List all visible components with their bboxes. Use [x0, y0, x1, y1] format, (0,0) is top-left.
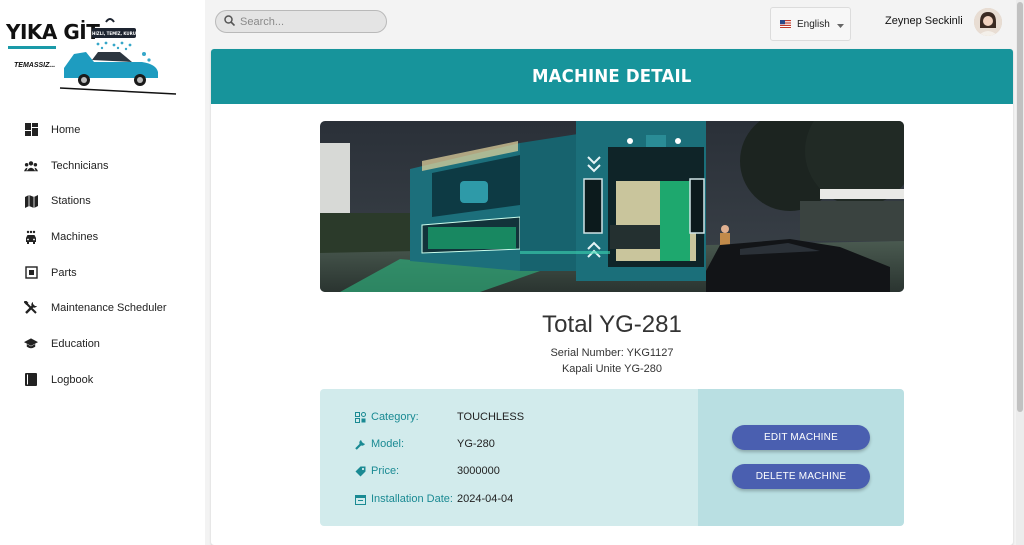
sidebar-item-label: Parts — [51, 266, 77, 279]
tools-icon — [24, 301, 38, 315]
machine-name: Total YG-281 — [542, 311, 682, 338]
machine-detail-card: MACHINE DETAIL Total YG-281 Serial Numbe… — [211, 49, 1013, 545]
sidebar-item-label: Machines — [51, 230, 99, 243]
detail-row-category: Category: TOUCHLESS — [354, 409, 524, 425]
graduation-cap-icon — [24, 337, 38, 351]
wrench-icon — [354, 438, 366, 450]
detail-key: Model: — [371, 438, 405, 450]
edit-machine-button[interactable]: EDIT MACHINE — [732, 425, 870, 450]
serial-number: Serial Number: YKG1127 — [550, 347, 674, 359]
sidebar-item-label: Home — [51, 123, 81, 136]
car-wash-logo-icon: HIZLI, TEMİZ, KURU — [59, 18, 177, 95]
group-icon — [24, 159, 38, 173]
scrollbar-thumb[interactable] — [1017, 2, 1023, 412]
sidebar-item-label: Technicians — [51, 159, 109, 172]
sidebar-nav: Home Technicians Stations Machines Parts — [0, 112, 205, 398]
language-select[interactable]: English — [770, 7, 851, 41]
map-icon — [24, 194, 38, 208]
sidebar-item-label: Logbook — [51, 373, 94, 386]
category-icon — [354, 411, 366, 423]
machine-info-panel: Category: TOUCHLESS Model: YG-280 Price:… — [320, 389, 904, 526]
detail-row-installation-date: Installation Date: 2024-04-04 — [354, 491, 513, 507]
page-title: MACHINE DETAIL — [532, 66, 692, 87]
sidebar-item-label: Education — [51, 337, 100, 350]
detail-row-price: Price: 3000000 — [354, 463, 500, 479]
sidebar-item-label: Maintenance Scheduler — [51, 302, 167, 315]
search-icon[interactable] — [224, 13, 236, 31]
dashboard-icon — [24, 123, 38, 137]
detail-row-model: Model: YG-280 — [354, 436, 495, 452]
machine-subname: Kapali Unite YG-280 — [561, 363, 663, 375]
detail-key: Category: — [371, 411, 419, 423]
logo-badge-text: HIZLI, TEMİZ, KURU — [92, 31, 136, 36]
detail-value: TOUCHLESS — [457, 411, 525, 423]
avatar[interactable] — [974, 8, 1002, 36]
calendar-icon — [354, 493, 366, 505]
detail-value: 3000000 — [457, 465, 500, 477]
search-box — [215, 10, 387, 33]
chip-icon — [24, 266, 38, 280]
sidebar-item-parts[interactable]: Parts — [0, 255, 205, 291]
sidebar-item-stations[interactable]: Stations — [0, 183, 205, 219]
detail-value: YG-280 — [457, 438, 495, 450]
brand-underline — [8, 46, 56, 49]
card-header: MACHINE DETAIL — [211, 49, 1013, 104]
search-input[interactable] — [240, 15, 380, 28]
delete-machine-button[interactable]: DELETE MACHINE — [732, 464, 870, 489]
sidebar-item-maintenance-scheduler[interactable]: Maintenance Scheduler — [0, 290, 205, 326]
sidebar-item-education[interactable]: Education — [0, 326, 205, 362]
car-wash-icon — [24, 230, 38, 244]
sidebar-item-label: Stations — [51, 195, 91, 208]
sidebar-item-home[interactable]: Home — [0, 112, 205, 148]
language-label: English — [797, 18, 830, 30]
app-logo[interactable]: YIKA GİT TEMASSIZ... HIZLI, TEMİZ, KURU — [6, 14, 181, 96]
sidebar: YIKA GİT TEMASSIZ... HIZLI, TEMİZ, KURU — [0, 0, 205, 545]
book-icon — [24, 373, 38, 387]
sidebar-item-machines[interactable]: Machines — [0, 219, 205, 255]
machine-actions: EDIT MACHINE DELETE MACHINE — [698, 389, 904, 526]
detail-value: 2024-04-04 — [457, 493, 514, 505]
us-flag-icon — [780, 15, 791, 33]
detail-key: Price: — [371, 465, 400, 477]
scrollbar[interactable] — [1016, 0, 1024, 545]
tag-icon — [354, 465, 366, 477]
detail-key: Installation Date: — [371, 493, 453, 505]
user-name: Zeynep Seckinli — [885, 15, 963, 27]
chevron-down-icon — [836, 15, 844, 33]
sidebar-item-technicians[interactable]: Technicians — [0, 148, 205, 184]
brand-tagline: TEMASSIZ... — [14, 62, 56, 69]
sidebar-item-logbook[interactable]: Logbook — [0, 362, 205, 398]
machine-details: Category: TOUCHLESS Model: YG-280 Price:… — [320, 389, 698, 526]
machine-photo — [320, 121, 904, 292]
